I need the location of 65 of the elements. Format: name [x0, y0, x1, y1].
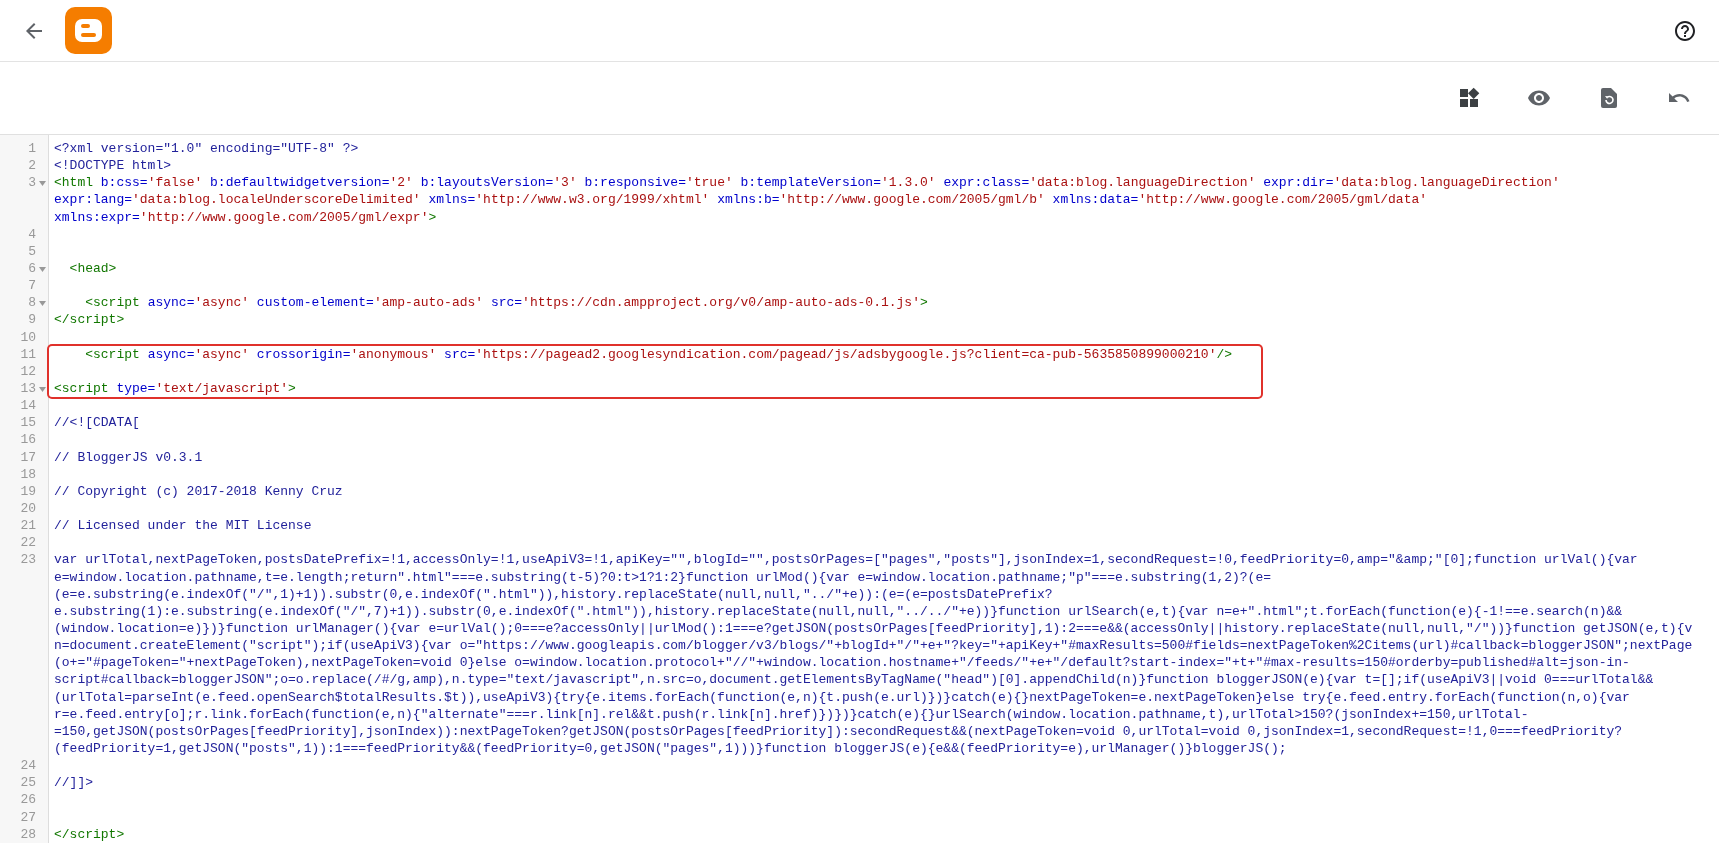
- line-number: 21: [19, 517, 36, 535]
- line-number: 9: [27, 311, 36, 329]
- line-number: 3: [27, 174, 36, 192]
- line-number: 12: [19, 362, 36, 380]
- line-number: 1: [27, 140, 36, 158]
- line-number: 4: [27, 225, 36, 243]
- line-number: 27: [19, 808, 36, 826]
- code-line: =150,getJSON(postsOrPages[feedPriority],jsonIndex)):nextPageToken?getJSON(postsOrPages[feedPriority]):secondRequest&&(nextPageToken=void 0,urlTotal=void 0,jsonIndex=1,secondRequest=!1,0===feedPriority?: [53, 722, 1623, 740]
- line-number: 15: [19, 414, 36, 432]
- code-line: xmlns:expr='http://www.google.com/2005/gml/expr'>: [53, 208, 437, 226]
- code-line: script#callback=bloggerJSON";o=o.replace(/#/g,amp),n.type="text/javascript",n.src=o,document.getElementsByTagName("head")[0].appendChild(n)}function bloggerJSON(e){var t=[];if(useApiV3||void 0===urlTotal&&: [53, 671, 1654, 689]
- code-line: expr:lang='data:blog.localeUnderscoreDelimited' xmlns='http://www.w3.org/1999/xhtml' xmlns:b='http://www.google.com/2005/gml/b' xmlns:data='http://www.google.com/2005/gml/data': [53, 191, 1428, 209]
- fold-icon[interactable]: [39, 267, 46, 272]
- line-number: 11: [19, 345, 36, 363]
- code-line: n=document.createElement("script");if(useApiV3){var o="https://www.googleapis.com/blogger/v3/blogs/"+blogId+"/"+e+"?key="+apiKey+"#maxResults=500#fields=nextPageToken%2Citems(url)#callback=bloggerJSON";nextPage: [53, 637, 1693, 655]
- line-number: 8: [27, 294, 36, 312]
- code-line: (urlTotal=parseInt(e.feed.openSearch$totalResults.$t)),useApiV3){try{e.items.forEach(function(e,n){t.push(e.url)})}catch(e){}nextPageToken=e.nextPageToken}else try{e.feed.entry.forEach(function(n,o){var: [53, 688, 1630, 706]
- code-line: <?xml version="1.0" encoding="UTF-8" ?>: [53, 140, 359, 158]
- line-number: 17: [19, 448, 36, 466]
- line-number: 13: [19, 380, 36, 398]
- line-number: 24: [19, 757, 36, 775]
- line-number: 26: [19, 791, 36, 809]
- code-line: <script async='async' custom-element='amp-auto-ads' src='https://cdn.ampproject.org/v0/amp-auto-ads-0.1.js'>: [84, 294, 928, 312]
- line-number: 2: [27, 157, 36, 175]
- code-line: e=window.location.pathname,t=e.length;return".html"===e.substring(t-5)?0:t>1?1:2}function urlMod(){var e=window.location.pathname;"p"===e.substring(1,2)?(e=: [53, 568, 1271, 586]
- line-number: 10: [19, 328, 36, 346]
- code-line: r=e.feed.entry[o];r.link.forEach(function(e,n){"alternate"===r.link[n].rel&&t.push(r.link[n].href)})})}catch(e){}urlSearch(window.location.pathname,t),urlTotal>150?(jsonIndex+=150,urlTotal-: [53, 705, 1529, 723]
- widgets-button[interactable]: [1457, 86, 1481, 110]
- widgets-icon: [1457, 86, 1481, 110]
- code-line: var urlTotal,nextPageToken,postsDatePrefix=!1,accessOnly=!1,useApiV3=!1,apiKey="",blogId="",postsOrPages=["pages","posts"],jsonIndex=1,secondRequest=!0,feedPriority=0,amp="&amp;"[0];function urlVal(){var: [53, 551, 1638, 569]
- code-line: <html b:css='false' b:defaultwidgetversion='2' b:layoutsVersion='3' b:responsive='true' b:templateVersion='1.3.0' expr:class='data:blog.languageDirection' expr:dir='data:blog.languageDirection': [53, 174, 1560, 192]
- code-line: <head>: [68, 260, 117, 278]
- code-line: // Licensed under the MIT License: [53, 517, 312, 535]
- fold-icon[interactable]: [39, 387, 46, 392]
- line-number: 5: [27, 242, 36, 260]
- line-number: 19: [19, 482, 36, 500]
- fold-icon[interactable]: [39, 301, 46, 307]
- help-icon: [1673, 18, 1697, 43]
- code-line: </script>: [53, 825, 125, 843]
- line-number: 20: [19, 499, 36, 518]
- line-number: 7: [27, 277, 36, 295]
- code-line: <script async='async' crossorigin='anonymous' src='https://pagead2.googlesyndication.com/pagead/js/adsbygoogle.js?client=ca-pub-5635850899000210'/>: [84, 345, 1233, 363]
- line-number: 25: [19, 774, 36, 792]
- line-number: 18: [19, 465, 36, 483]
- line-number: 28: [19, 825, 36, 843]
- code-line: //]]>: [53, 774, 93, 792]
- logo-icon: [65, 7, 112, 54]
- code-line: // BloggerJS v0.3.1: [53, 448, 203, 466]
- fold-icon[interactable]: [39, 181, 46, 187]
- code-line: <!DOCTYPE html>: [53, 157, 172, 175]
- line-number: 14: [19, 397, 36, 415]
- line-number: 22: [19, 534, 36, 552]
- code-line: </script>: [53, 311, 125, 329]
- code-line: (o+="#pageToken="+nextPageToken),nextPageToken=void 0}else o=window.location.protocol+"//"+window.location.hostname+"/feeds/"+e+"/default?start-index="+t+"#max-results=150#orderby=published#alt=json-in-: [53, 654, 1630, 672]
- code-line: //<![CDATA[: [53, 414, 140, 432]
- code-line: (e=e.substring(e.indexOf("/",1)+1)).substr(0,e.indexOf(".html")),history.replaceState(null,null,"../"+e)):(e=(e=postsDatePrefix?: [53, 585, 1053, 603]
- code-line: (feedPriority=1,getJSON("posts",1)):1===feedPriority&&(feedPriority=0,getJSON("pages",1)))}function bloggerJS(e){e&&(feedPriority=e),urlManager()}bloggerJS();: [53, 739, 1287, 758]
- line-number: 16: [19, 431, 36, 449]
- code-line: // Copyright (c) 2017-2018 Kenny Cruz: [53, 482, 343, 500]
- code-line: e.substring(1):e.substring(e.indexOf("/",7)+1)).substr(0,e.indexOf(".html")),history.replaceState(null,null,"../../"+e))}function urlSearch(e,t){var n=e+".html";t.forEach(function(e){-1!==e.search(n)&&: [53, 602, 1623, 620]
- line-number: 6: [27, 260, 36, 278]
- code-line: (window.location=e)})}function urlManager(){var e=urlVal();0===e?accessOnly||urlMod():1===e?getJSON(postsOrPages[feedPriority],1):2===e&&(accessOnly||history.replaceState(null,null,"/"))}function getJSON(e,t){v: [53, 619, 1693, 638]
- code-line: <script type='text/javascript'>: [53, 379, 296, 398]
- line-number: 23: [19, 551, 36, 569]
- help-button[interactable]: [1673, 18, 1697, 43]
